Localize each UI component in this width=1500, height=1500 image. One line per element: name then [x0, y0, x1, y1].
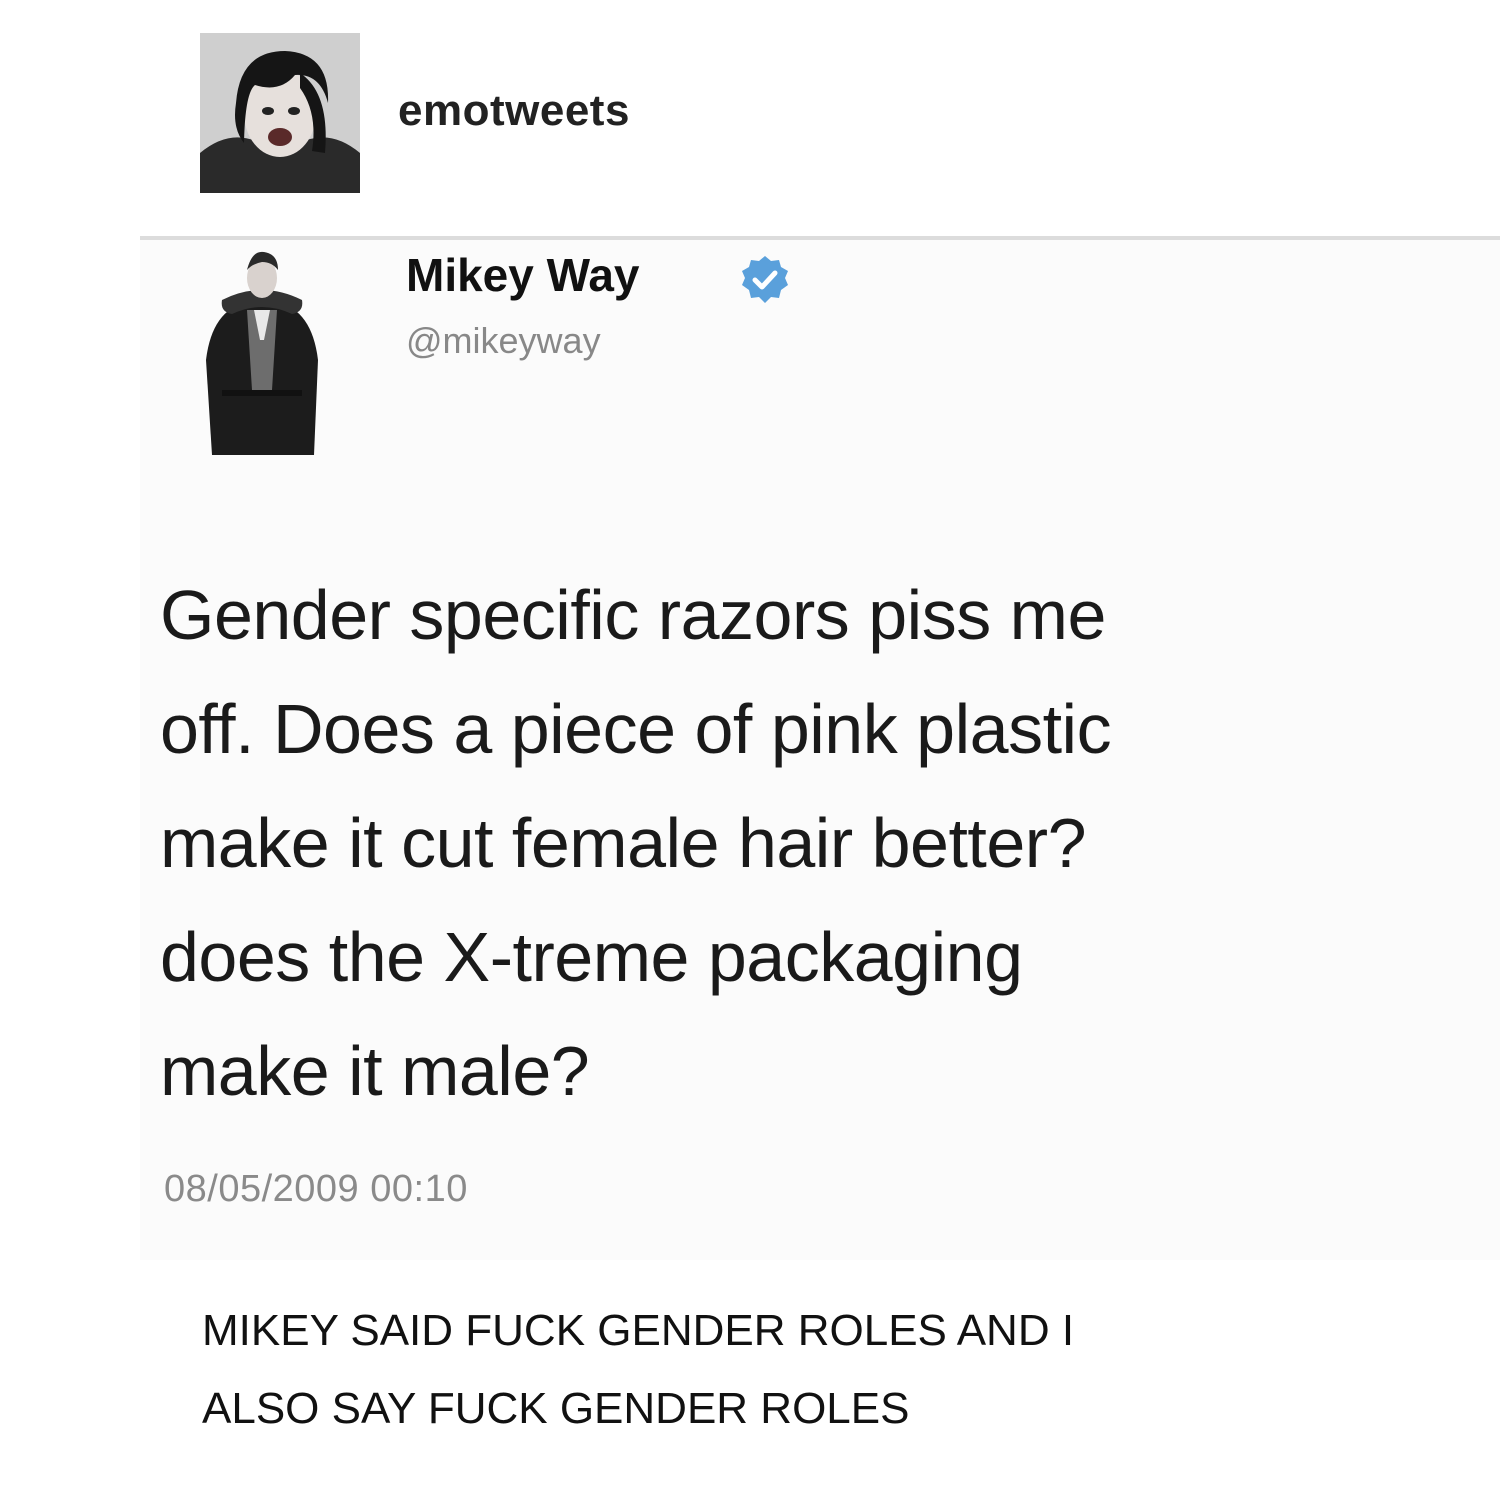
tweet-author-avatar[interactable]: [192, 240, 332, 455]
profile-photo-icon: [200, 33, 360, 193]
post-caption: MIKEY SAID FUCK GENDER ROLES AND I ALSO …: [202, 1292, 1402, 1448]
poster-avatar[interactable]: [200, 33, 360, 193]
profile-photo-icon: [192, 240, 332, 455]
tweet-text-line: Gender specific razors piss me: [160, 576, 1106, 654]
tweet-author-handle[interactable]: @mikeyway: [406, 320, 601, 362]
tweet-text-line: make it male?: [160, 1032, 590, 1110]
tweet-text-line: make it cut female hair better?: [160, 804, 1087, 882]
tweet-text: Gender specific razors piss me off. Does…: [160, 558, 1420, 1128]
poster-username[interactable]: emotweets: [398, 86, 630, 136]
tweet-timestamp[interactable]: 08/05/2009 00:10: [164, 1168, 468, 1211]
tweet-author-name[interactable]: Mikey Way: [406, 248, 640, 302]
caption-line: MIKEY SAID FUCK GENDER ROLES AND I: [202, 1306, 1075, 1355]
tweet-text-line: does the X-treme packaging: [160, 918, 1023, 996]
verified-badge-icon: [742, 256, 788, 303]
tweet-text-line: off. Does a piece of pink plastic: [160, 690, 1112, 768]
caption-line: ALSO SAY FUCK GENDER ROLES: [202, 1384, 910, 1433]
tweet-card: Mikey Way @mikeyway Gender specific razo…: [140, 240, 1500, 1260]
post-header: emotweets: [0, 0, 1500, 235]
